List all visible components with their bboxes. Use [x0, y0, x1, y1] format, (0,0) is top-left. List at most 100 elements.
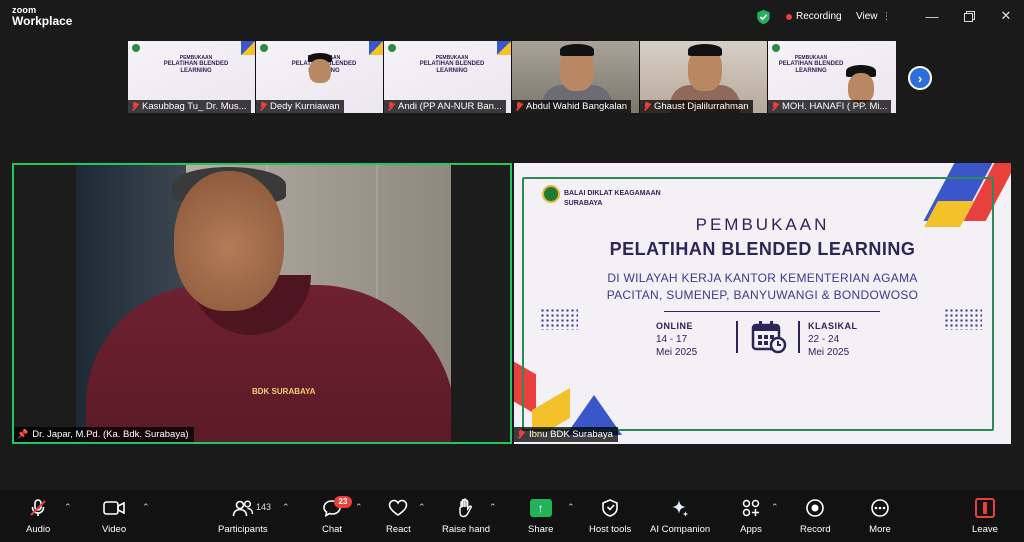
ai-companion-button[interactable]: AI Companion	[650, 498, 710, 540]
brand-line2: Workplace	[12, 14, 73, 28]
video-button[interactable]: Video	[102, 498, 126, 540]
audio-options-chevron-icon[interactable]: ⌃	[64, 502, 72, 513]
participant-thumbnail[interactable]: PEMBUKAANPELATIHAN BLENDED LEARNING Dedy…	[256, 41, 384, 113]
zoom-meeting-window: zoom Workplace Recording View ⋮ — ✕ PEMB…	[0, 0, 1024, 542]
participant-cap	[688, 44, 722, 56]
raise-hand-button[interactable]: Raise hand	[442, 498, 490, 540]
participant-thumbnail[interactable]: PEMBUKAAN PELATIHAN BLENDED LEARNING Andi…	[384, 41, 512, 113]
active-speaker-video[interactable]: BDK SURABAYA 📌 Dr. Japar, M.Pd. (Ka. Bdk…	[12, 163, 512, 444]
audio-button[interactable]: Audio	[26, 498, 50, 540]
slide-decoration	[369, 41, 383, 55]
mic-muted-icon	[771, 102, 779, 111]
record-label: Record	[800, 524, 831, 535]
participant-name-tag: Andi (PP AN-NUR Ban...	[384, 100, 506, 113]
mic-muted-icon	[259, 102, 267, 111]
participant-name-tag: Ghaust Djalilurrahman	[640, 100, 753, 113]
slide-logo-icon	[132, 44, 140, 52]
slide-heading: PELATIHAN BLENDED LEARNING	[609, 239, 916, 259]
participant-face	[309, 59, 331, 83]
participant-name-tag: Kasubbag Tu_ Dr. Mus...	[128, 100, 251, 113]
app-logo: zoom Workplace	[12, 6, 73, 28]
host-tools-shield-icon	[599, 498, 621, 518]
schedule-divider	[736, 321, 738, 353]
host-tools-button[interactable]: Host tools	[589, 498, 631, 540]
share-button[interactable]: ↑ Share	[528, 498, 553, 540]
minimize-icon[interactable]: —	[924, 8, 940, 24]
thumbnail-slide-title: PEMBUKAANPELATIHAN BLENDED LEARNING	[419, 55, 485, 75]
leave-button[interactable]: Leave	[972, 498, 998, 540]
participants-options-chevron-icon[interactable]: ⌃	[282, 502, 290, 513]
video-options-chevron-icon[interactable]: ⌃	[142, 502, 150, 513]
speaker-name: Dr. Japar, M.Pd. (Ka. Bdk. Surabaya)	[32, 429, 189, 440]
slide-decoration	[497, 41, 511, 55]
schedule-divider	[798, 321, 800, 353]
apps-options-chevron-icon[interactable]: ⌃	[771, 502, 779, 513]
react-button[interactable]: React	[386, 498, 411, 540]
mic-muted-icon	[515, 102, 523, 111]
raise-hand-options-chevron-icon[interactable]: ⌃	[489, 502, 497, 513]
dot-pattern	[944, 308, 982, 330]
mic-muted-icon	[643, 102, 651, 111]
pin-icon: 📌	[17, 429, 29, 439]
next-page-button[interactable]: ›	[908, 66, 932, 90]
mic-muted-icon	[27, 498, 49, 518]
host-tools-label: Host tools	[589, 524, 632, 535]
participant-name-tag: MOH. HANAFI ( PP. Mi...	[768, 100, 892, 113]
title-bar: zoom Workplace Recording View ⋮ — ✕	[0, 0, 1024, 34]
slide-logo-icon	[388, 44, 396, 52]
chevron-right-icon: ›	[917, 70, 923, 86]
share-screen-icon: ↑	[529, 498, 552, 518]
apps-grid-icon	[740, 498, 762, 518]
record-button[interactable]: Record	[800, 498, 831, 540]
recording-label: Recording	[796, 11, 842, 22]
raise-hand-icon	[455, 498, 477, 518]
thumbnail-slide-title: PEMBUKAANPELATIHAN BLENDED LEARNING	[778, 55, 844, 75]
react-options-chevron-icon[interactable]: ⌃	[418, 502, 426, 513]
share-label: Share	[528, 524, 554, 535]
calendar-clock-icon	[751, 321, 787, 354]
slide-subtitle: DI WILAYAH KERJA KANTOR KEMENTERIAN AGAM…	[607, 271, 918, 285]
chat-options-chevron-icon[interactable]: ⌃	[355, 502, 363, 513]
share-arrow-icon: ↑	[529, 499, 552, 517]
video-camera-icon	[103, 498, 125, 518]
audio-label: Audio	[26, 524, 51, 535]
online-schedule: ONLINE 14 - 17 Mei 2025	[656, 321, 698, 358]
recording-indicator[interactable]: Recording	[786, 11, 842, 22]
restore-icon[interactable]	[961, 8, 977, 24]
heart-icon	[387, 498, 409, 518]
participant-thumbnail-strip: PEMBUKAAN PELATIHAN BLENDED LEARNING Kasu…	[128, 41, 896, 113]
slide-subtitle-locations: PACITAN, SUMENEP, BANYUWANGI & BONDOWOSO	[606, 288, 919, 302]
shared-screen[interactable]: BALAI DIKLAT KEAGAMAAN SURABAYA PEMBUKAA…	[514, 163, 1011, 444]
participant-thumbnail[interactable]: PEMBUKAAN PELATIHAN BLENDED LEARNING MOH.…	[768, 41, 896, 113]
mic-muted-icon	[517, 430, 525, 439]
participant-thumbnail[interactable]: PEMBUKAAN PELATIHAN BLENDED LEARNING Kasu…	[128, 41, 256, 113]
react-label: React	[386, 524, 411, 535]
more-label: More	[869, 524, 891, 535]
speaker-name-tag: 📌 Dr. Japar, M.Pd. (Ka. Bdk. Surabaya)	[14, 427, 194, 442]
leave-door-icon	[974, 498, 996, 518]
jacket-badge: BDK SURABAYA	[252, 387, 316, 396]
participant-thumbnail[interactable]: Abdul Wahid Bangkalan	[512, 41, 640, 113]
record-icon	[804, 498, 826, 518]
meeting-controls-toolbar: Audio ⌃ Video ⌃ Participants 143 ⌃ Chat …	[0, 490, 1024, 542]
participant-name-tag: Abdul Wahid Bangkalan	[512, 100, 632, 113]
chat-unread-badge: 23	[334, 496, 352, 508]
participants-icon	[232, 498, 254, 518]
more-button[interactable]: More	[869, 498, 891, 540]
leave-exit-icon	[974, 498, 995, 518]
share-options-chevron-icon[interactable]: ⌃	[567, 502, 575, 513]
participant-face	[848, 73, 874, 103]
dot-pattern	[540, 308, 578, 330]
participant-thumbnail[interactable]: Ghaust Djalilurrahman	[640, 41, 768, 113]
apps-button[interactable]: Apps	[740, 498, 762, 540]
klasikal-schedule: KLASIKAL 22 - 24 Mei 2025	[808, 321, 858, 358]
encryption-shield-icon[interactable]	[756, 9, 771, 25]
chat-label: Chat	[321, 524, 343, 535]
more-dots-icon	[869, 498, 891, 518]
slide-decoration	[241, 41, 255, 55]
view-options-icon[interactable]: ⋮	[882, 11, 891, 22]
organization-name: BALAI DIKLAT KEAGAMAAN SURABAYA	[564, 190, 661, 207]
view-button[interactable]: View	[856, 11, 878, 22]
close-icon[interactable]: ✕	[998, 8, 1014, 24]
raise-hand-label: Raise hand	[442, 524, 491, 535]
